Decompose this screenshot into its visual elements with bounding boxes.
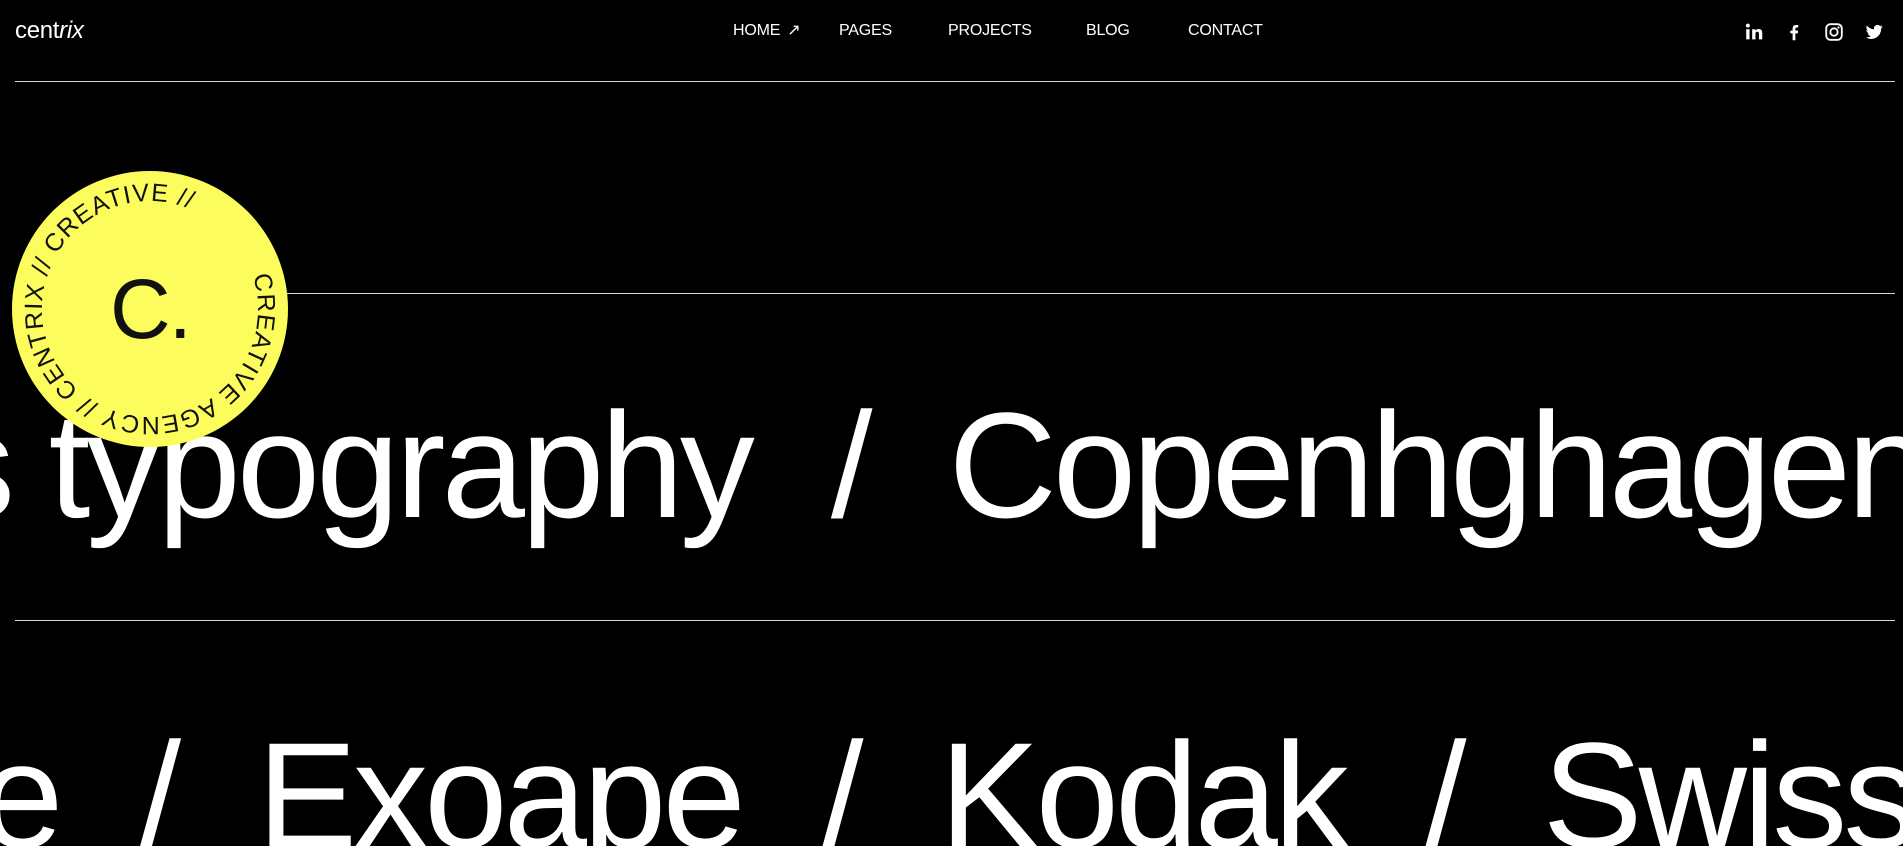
rotating-badge: CREATIVE AGENCY // CENTRIX // CREATIVE /…	[12, 171, 288, 447]
instagram-icon[interactable]	[1823, 21, 1845, 43]
marquee-separator: /	[830, 381, 873, 549]
nav-item-blog[interactable]: BLOG	[1086, 21, 1130, 41]
header-divider	[15, 81, 1895, 82]
nav-item-home[interactable]: HOME ↗	[733, 21, 801, 41]
marquee-item: Kodak	[939, 711, 1349, 846]
nav-item-pages[interactable]: PAGES	[839, 21, 892, 41]
marquee-row: e/Exoape/Kodak/Swiss t	[0, 720, 1903, 846]
marquee-separator: /	[821, 711, 864, 846]
arrow-up-right-icon: ↗	[787, 22, 801, 39]
section-divider	[15, 620, 1895, 621]
marquee-separator: /	[1424, 711, 1467, 846]
marquee-item: Exoape	[257, 711, 746, 846]
marquee-item: Copenhghagen	[948, 381, 1903, 549]
nav-item-label: PROJECTS	[948, 22, 1032, 39]
nav-item-label: BLOG	[1086, 22, 1130, 39]
marquee-item: e	[0, 711, 63, 846]
section-divider	[15, 293, 1895, 294]
site-header: centrix HOME ↗ PAGES PROJECTS BLOG CONTA…	[0, 0, 1903, 64]
nav-item-contact[interactable]: CONTACT	[1188, 21, 1263, 41]
nav-item-label: PAGES	[839, 22, 892, 39]
page: centrix HOME ↗ PAGES PROJECTS BLOG CONTA…	[0, 0, 1903, 846]
twitter-icon[interactable]	[1863, 21, 1885, 43]
nav-item-label: CONTACT	[1188, 22, 1263, 39]
facebook-icon[interactable]	[1783, 21, 1805, 43]
social-links	[1743, 21, 1903, 43]
marquee-item: Swiss t	[1542, 711, 1903, 846]
badge-monogram: C.	[110, 262, 192, 356]
nav-item-projects[interactable]: PROJECTS	[948, 21, 1032, 41]
marquee-separator: /	[139, 711, 181, 846]
linkedin-icon[interactable]	[1743, 21, 1765, 43]
main-nav: HOME ↗ PAGES PROJECTS BLOG CONTACT	[0, 21, 1903, 43]
nav-item-label: HOME	[733, 22, 781, 39]
